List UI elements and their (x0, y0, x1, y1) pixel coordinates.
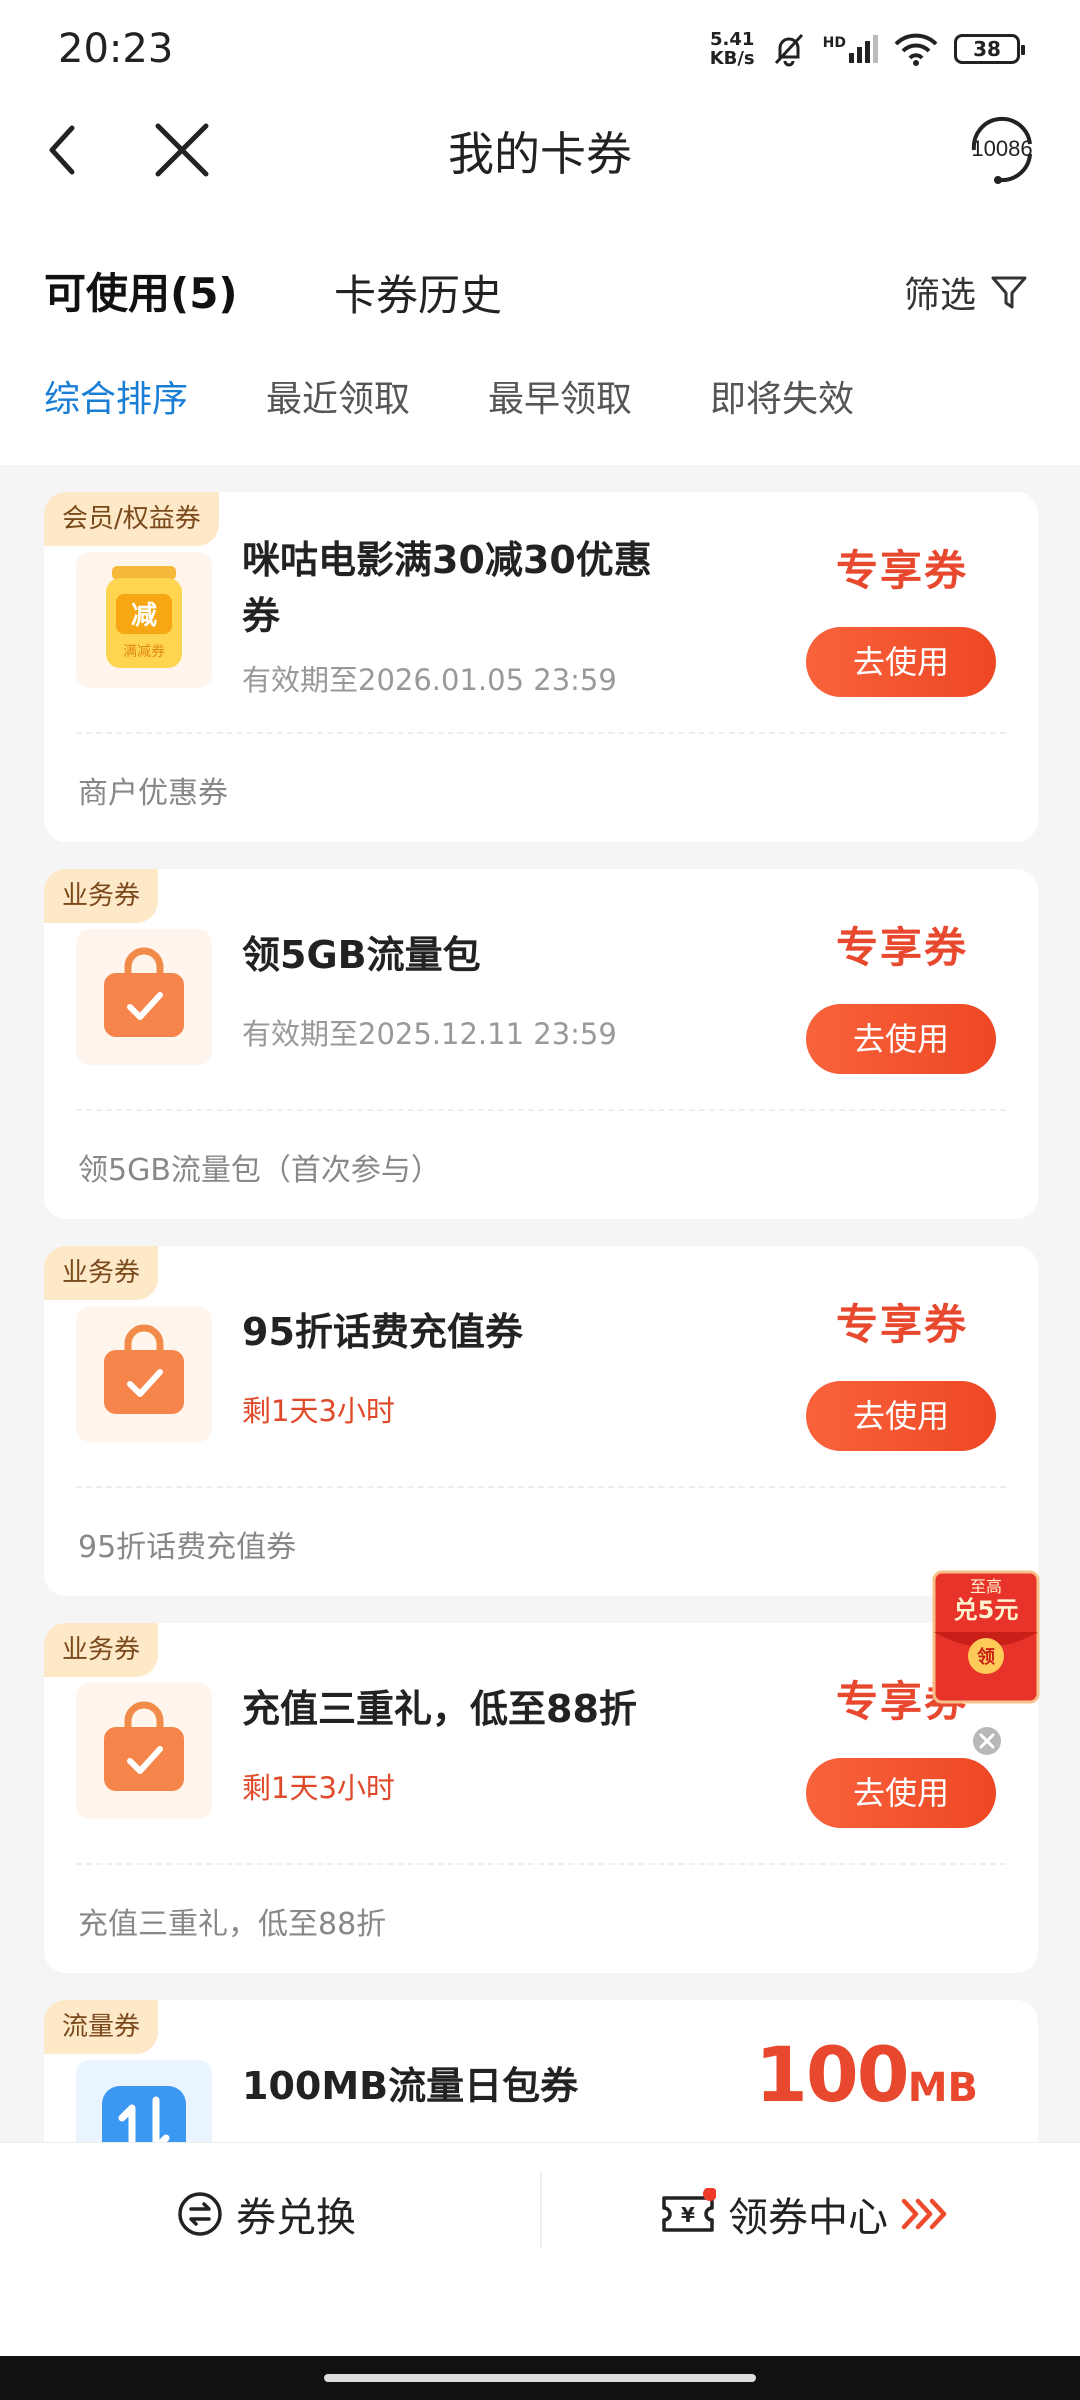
coupon-tag: 流量券 (44, 2000, 159, 2054)
coupon-title: 100MB流量日包券 (242, 2064, 579, 2108)
filter-icon (991, 276, 1027, 309)
filter-button[interactable]: 筛选 (904, 266, 1028, 318)
use-button[interactable]: 去使用 (806, 627, 996, 697)
coupon-tabs: 可使用(5) 卡券历史 筛选 (0, 230, 1080, 340)
coupon-tag: 业务券 (44, 869, 159, 923)
coupon-card[interactable]: 业务券 95折话费充值券 剩1天3小时 专享券 去使用 95折话费充值券 (44, 1246, 1038, 1596)
red-envelope-icon: 至高 兑5元 领 (932, 1570, 1040, 1704)
red-packet-line2: 兑5元 (954, 1596, 1019, 1624)
coupon-tag: 业务券 (44, 1623, 159, 1677)
coupon-amount-value: 100 (755, 2030, 910, 2119)
coupon-amount-unit: MB (907, 2065, 978, 2111)
coupon-title: 充值三重礼，低至88折 (242, 1687, 637, 1731)
bottom-divider (540, 2171, 542, 2247)
back-icon[interactable] (36, 120, 96, 180)
coupon-thumbnail: 减 满减券 (76, 552, 212, 688)
coupon-center-label: 领券中心 (728, 2195, 888, 2241)
shopping-bag-icon (104, 1701, 184, 1791)
bottom-action-bar: 券兑换 ¥ 领券中心 (0, 2142, 1080, 2356)
customer-service-button[interactable]: 10086 (964, 110, 1040, 186)
service-number: 10086 (971, 136, 1032, 161)
tab-available[interactable]: 可使用(5) (44, 260, 238, 321)
discount-caption: 满减券 (123, 644, 165, 660)
coupon-description: 领5GB流量包（首次参与） (78, 1153, 441, 1188)
coupon-exchange-button[interactable]: 券兑换 (176, 2185, 356, 2243)
use-button[interactable]: 去使用 (806, 1758, 996, 1828)
shopping-bag-icon (104, 1324, 184, 1414)
coupon-description: 商户优惠券 (78, 776, 228, 811)
tab-history[interactable]: 卡券历史 (334, 262, 502, 323)
coupon-ticket-icon: ¥ (662, 2188, 716, 2232)
coupon-description: 充值三重礼，低至88折 (78, 1907, 387, 1942)
coupon-title: 95折话费充值券 (242, 1310, 523, 1354)
home-indicator[interactable] (324, 2374, 756, 2382)
cell-signal-icon: HD (823, 35, 878, 63)
coupon-title: 领5GB流量包 (242, 933, 481, 977)
coupon-card[interactable]: 业务券 充值三重礼，低至88折 剩1天3小时 专享券 去使用 充值三重礼，低至8… (44, 1623, 1038, 1973)
close-icon[interactable] (150, 120, 214, 180)
dashed-divider (76, 1863, 1006, 1865)
shopping-bag-icon (104, 947, 184, 1037)
sort-expiring[interactable]: 即将失效 (710, 370, 854, 422)
coupon-thumbnail (76, 1306, 212, 1442)
coupon-exclusive-label: 专享券 (835, 1300, 968, 1349)
sort-earliest[interactable]: 最早领取 (488, 370, 632, 422)
coupon-description: 95折话费充值券 (78, 1530, 297, 1565)
nav-bar: 我的卡券 10086 (0, 100, 1080, 230)
coupon-amount: 100MB (755, 2030, 978, 2119)
svg-text:¥: ¥ (681, 2203, 695, 2227)
coupon-expiry: 有效期至2026.01.05 23:59 (242, 663, 617, 697)
coupon-tag: 业务券 (44, 1246, 159, 1300)
coupon-remaining-time: 剩1天3小时 (242, 1394, 395, 1428)
red-packet-line1: 至高 (970, 1577, 1002, 1596)
headset-icon: 10086 (971, 116, 1033, 184)
filter-label: 筛选 (903, 275, 976, 316)
coupon-card[interactable]: 减 满减券 会员/权益券 咪咕电影满30减30优惠券 有效期至2026.01.0… (44, 492, 1038, 842)
red-packet-float[interactable]: 至高 兑5元 领 (932, 1570, 1040, 1704)
discount-char: 减 (131, 601, 157, 631)
coupon-title: 咪咕电影满30减30优惠券 (242, 538, 652, 638)
coupon-center-button[interactable]: ¥ 领券中心 (660, 2185, 952, 2243)
wifi-icon (894, 33, 938, 66)
red-packet-coin-label: 领 (977, 1646, 995, 1668)
coupon-remaining-time: 剩1天3小时 (242, 1771, 395, 1805)
status-time: 20:23 (58, 26, 174, 72)
exchange-label: 券兑换 (236, 2195, 356, 2241)
coupon-thumbnail (76, 1683, 212, 1819)
close-red-packet-icon[interactable] (972, 1726, 1002, 1756)
use-button[interactable]: 去使用 (806, 1381, 996, 1451)
coupon-tag: 会员/权益券 (44, 492, 219, 546)
discount-jar-icon: 减 满减券 (106, 566, 182, 668)
status-icons: 5.41 KB/s HD 38 (709, 29, 1025, 69)
coupon-exclusive-label: 专享券 (835, 923, 968, 972)
dashed-divider (76, 1109, 1006, 1111)
coupon-thumbnail (76, 929, 212, 1065)
triple-chevron-icon (901, 2198, 947, 2230)
coupon-expiry: 有效期至2025.12.11 23:59 (242, 1017, 617, 1051)
sort-comprehensive[interactable]: 综合排序 (44, 370, 188, 422)
battery-icon: 38 (954, 34, 1025, 64)
dashed-divider (76, 732, 1006, 734)
use-button[interactable]: 去使用 (806, 1004, 996, 1074)
exchange-icon (178, 2192, 222, 2236)
sort-recent[interactable]: 最近领取 (266, 370, 410, 422)
sort-bar: 综合排序 最近领取 最早领取 即将失效 (0, 340, 1080, 465)
system-nav-bar (0, 2356, 1080, 2400)
coupon-card[interactable]: 业务券 领5GB流量包 有效期至2025.12.11 23:59 专享券 去使用… (44, 869, 1038, 1219)
coupon-exclusive-label: 专享券 (835, 546, 968, 595)
dashed-divider (76, 1486, 1006, 1488)
net-speed: 5.41 KB/s (709, 29, 755, 69)
status-bar: 20:23 5.41 KB/s HD 38 (0, 0, 1080, 100)
mute-bell-icon (774, 33, 803, 67)
